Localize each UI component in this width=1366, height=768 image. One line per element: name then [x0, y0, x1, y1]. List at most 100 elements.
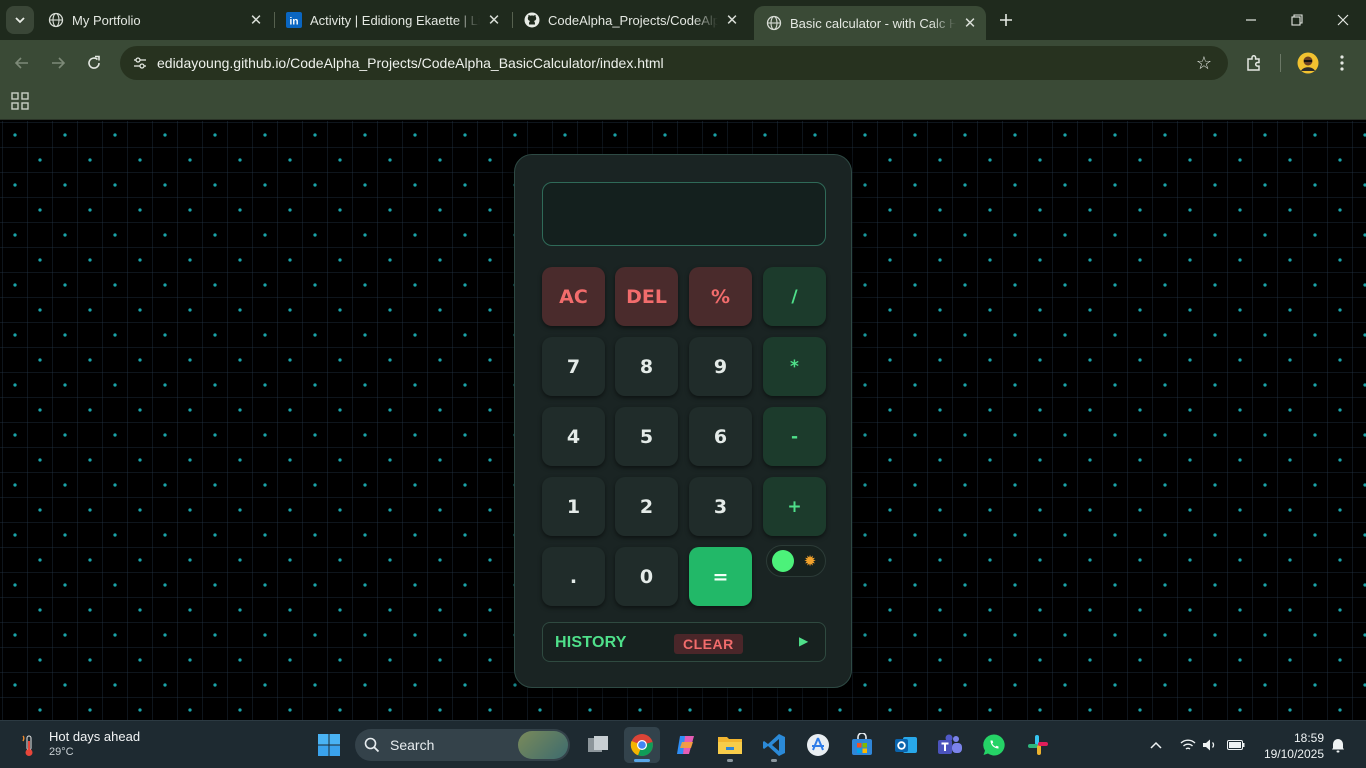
minimize-button[interactable] [1228, 0, 1274, 40]
taskbar-search[interactable]: Search [355, 729, 570, 761]
digit-9-button[interactable]: 9 [689, 337, 752, 396]
slack-icon [1028, 735, 1048, 755]
tab-github[interactable]: CodeAlpha_Projects/CodeAlpha_BasicCalcul… [512, 0, 748, 40]
forward-button[interactable] [43, 48, 73, 78]
microsoft-store-taskbar-button[interactable] [844, 727, 880, 763]
bookmark-star-icon[interactable]: ☆ [1194, 53, 1214, 73]
digit-7-button[interactable]: 7 [542, 337, 605, 396]
file-explorer-icon [718, 737, 742, 754]
notification-bell-icon[interactable] [1328, 735, 1348, 755]
outlook-taskbar-button[interactable] [888, 727, 924, 763]
clock-time: 18:59 [1293, 731, 1324, 745]
digit-4-button[interactable]: 4 [542, 407, 605, 466]
digit-6-button[interactable]: 6 [689, 407, 752, 466]
clear-history-button[interactable]: CLEAR [674, 634, 743, 654]
slack-taskbar-button[interactable] [1020, 727, 1056, 763]
windows-start-icon [318, 734, 340, 756]
extensions-button[interactable] [1241, 50, 1267, 76]
windows-taskbar: Hot days ahead 29°C Search 18:59 19/10/2… [0, 720, 1366, 768]
app-store-taskbar-button[interactable] [800, 727, 836, 763]
outlook-icon [895, 737, 917, 753]
file-explorer-taskbar-button[interactable] [712, 727, 748, 763]
subtract-button[interactable]: - [763, 407, 826, 466]
chrome-icon [630, 734, 653, 757]
task-view-button[interactable] [580, 727, 616, 763]
microsoft-store-icon [852, 733, 872, 755]
play-arrow-icon[interactable]: ▶ [799, 634, 808, 648]
reload-button[interactable] [79, 48, 109, 78]
globe-icon [48, 12, 64, 28]
new-tab-button[interactable] [994, 8, 1018, 32]
calculator-display [542, 182, 826, 246]
equals-button[interactable]: = [689, 547, 752, 606]
percent-button[interactable]: % [689, 267, 752, 326]
chevron-up-icon[interactable] [1146, 735, 1166, 755]
thermometer-icon [18, 735, 40, 757]
divide-button[interactable]: / [763, 267, 826, 326]
teams-taskbar-button[interactable] [932, 727, 968, 763]
clock-date: 19/10/2025 [1263, 747, 1324, 761]
delete-button[interactable]: DEL [615, 267, 678, 326]
browser-toolbar: edidayoung.github.io/CodeAlpha_Projects/… [0, 40, 1366, 86]
digit-0-button[interactable]: 0 [615, 547, 678, 606]
restore-button[interactable] [1274, 0, 1320, 40]
toolbar-divider [1280, 54, 1281, 72]
arrow-left-icon [14, 57, 28, 69]
chevron-down-icon [15, 17, 25, 24]
app-store-icon [807, 734, 829, 756]
system-clock[interactable]: 18:59 19/10/2025 [1252, 730, 1324, 762]
clear-all-button[interactable]: AC [542, 267, 605, 326]
history-label: HISTORY [555, 634, 627, 651]
close-icon[interactable]: ✕ [962, 15, 978, 32]
globe-icon [766, 15, 782, 31]
tab-search-button[interactable] [6, 6, 34, 34]
url-text[interactable]: edidayoung.github.io/CodeAlpha_Projects/… [157, 55, 664, 71]
vscode-icon [763, 734, 785, 756]
whatsapp-taskbar-button[interactable] [976, 727, 1012, 763]
browser-tabstrip: My Portfolio ✕ in Activity | Edidiong Ek… [0, 0, 1366, 40]
tab-title: Basic calculator - with Calc History [790, 15, 956, 31]
tab-my-portfolio[interactable]: My Portfolio ✕ [36, 0, 272, 40]
close-icon[interactable]: ✕ [486, 12, 502, 29]
copilot-taskbar-button[interactable] [668, 727, 704, 763]
running-indicator [771, 759, 777, 762]
puzzle-icon [1247, 54, 1260, 71]
digit-2-button[interactable]: 2 [615, 477, 678, 536]
page-background: AC DEL % / 7 8 9 * 4 5 6 - 1 2 3 + . 0 =… [0, 121, 1366, 720]
close-icon[interactable]: ✕ [724, 12, 740, 29]
avatar-icon [1297, 52, 1319, 74]
history-panel-header[interactable]: HISTORY CLEAR ▶ [542, 622, 826, 662]
decimal-point-button[interactable]: . [542, 547, 605, 606]
add-button[interactable]: + [763, 477, 826, 536]
linkedin-icon: in [286, 12, 302, 28]
running-indicator [727, 759, 733, 762]
wifi-icon[interactable] [1178, 735, 1198, 755]
battery-icon[interactable] [1226, 735, 1246, 755]
digit-5-button[interactable]: 5 [615, 407, 678, 466]
tab-basic-calculator[interactable]: Basic calculator - with Calc History ✕ [754, 6, 986, 40]
browser-menu-button[interactable] [1329, 50, 1355, 76]
running-indicator [634, 759, 650, 762]
arrow-right-icon [52, 57, 66, 69]
digit-8-button[interactable]: 8 [615, 337, 678, 396]
digit-3-button[interactable]: 3 [689, 477, 752, 536]
site-settings-icon[interactable] [132, 55, 148, 71]
vscode-taskbar-button[interactable] [756, 727, 792, 763]
multiply-button[interactable]: * [763, 337, 826, 396]
weather-widget[interactable]: Hot days ahead 29°C [18, 729, 158, 761]
start-button[interactable] [311, 727, 347, 763]
back-button[interactable] [7, 48, 37, 78]
restore-icon [1291, 14, 1303, 26]
github-icon [524, 12, 540, 28]
profile-avatar[interactable] [1295, 50, 1321, 76]
tab-linkedin[interactable]: in Activity | Edidiong Ekaette | LinkedI… [274, 0, 510, 40]
volume-icon[interactable] [1200, 735, 1220, 755]
apps-grid-icon[interactable] [11, 92, 29, 110]
address-bar[interactable]: edidayoung.github.io/CodeAlpha_Projects/… [120, 46, 1228, 80]
chrome-taskbar-button[interactable] [624, 727, 660, 763]
digit-1-button[interactable]: 1 [542, 477, 605, 536]
reload-icon [88, 55, 100, 69]
close-icon[interactable]: ✕ [248, 12, 264, 29]
close-window-button[interactable] [1320, 0, 1366, 40]
theme-toggle[interactable]: ✹ [766, 545, 826, 577]
